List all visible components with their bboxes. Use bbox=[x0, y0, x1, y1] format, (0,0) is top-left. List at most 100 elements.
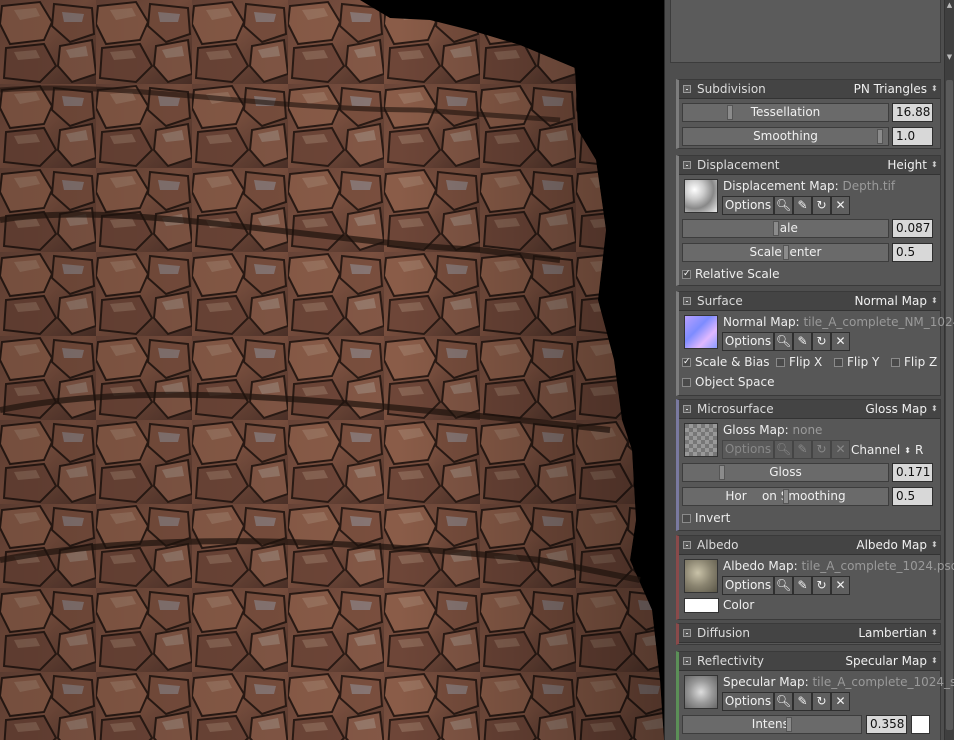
updown-icon[interactable]: ⬍ bbox=[931, 161, 938, 169]
slider-knob[interactable] bbox=[877, 129, 883, 144]
subdivision-mode-select[interactable]: PN Triangles bbox=[854, 82, 927, 96]
reload-icon[interactable]: ↻ bbox=[812, 440, 831, 459]
intensity-slider[interactable]: Intensi bbox=[682, 715, 862, 734]
flip-z-checkbox[interactable]: Flip Z bbox=[891, 355, 937, 369]
scale-bias-checkbox[interactable]: ✓ Scale & Bias bbox=[682, 355, 769, 369]
flip-y-checkbox[interactable]: Flip Y bbox=[834, 355, 879, 369]
section-toggle-icon[interactable] bbox=[683, 161, 691, 169]
slider-knob[interactable] bbox=[786, 717, 792, 732]
clear-icon[interactable]: ✕ bbox=[831, 576, 850, 595]
microsurface-mode-select[interactable]: Gloss Map bbox=[865, 402, 927, 416]
reflectivity-header[interactable]: Reflectivity Specular Map ⬍ bbox=[679, 652, 940, 671]
browse-icon[interactable]: 🔍︎ bbox=[774, 332, 793, 351]
checkbox-checked-icon[interactable]: ✓ bbox=[682, 269, 691, 279]
reload-icon[interactable]: ↻ bbox=[812, 332, 831, 351]
scroll-down-icon[interactable]: ▼ bbox=[945, 52, 954, 62]
checkbox-empty-icon[interactable] bbox=[891, 357, 900, 367]
reflectivity-mode-select[interactable]: Specular Map bbox=[845, 654, 927, 668]
gloss-map-thumbnail[interactable] bbox=[684, 423, 718, 457]
displacement-map-thumbnail[interactable] bbox=[684, 179, 718, 213]
scale-center-slider[interactable]: Scale enter bbox=[682, 243, 889, 262]
section-toggle-icon[interactable] bbox=[683, 85, 691, 93]
specular-color-swatch[interactable] bbox=[911, 715, 930, 734]
slider-knob[interactable] bbox=[773, 221, 779, 236]
options-button[interactable]: Options bbox=[722, 196, 774, 215]
updown-icon[interactable]: ⬍ bbox=[904, 446, 911, 455]
updown-icon[interactable]: ⬍ bbox=[931, 297, 938, 305]
section-toggle-icon[interactable] bbox=[683, 297, 691, 305]
options-button[interactable]: Options bbox=[722, 576, 774, 595]
subdivision-header[interactable]: Subdivision PN Triangles ⬍ bbox=[679, 80, 940, 99]
gloss-value-field[interactable]: 0.171 bbox=[892, 463, 933, 482]
section-toggle-icon[interactable] bbox=[683, 405, 691, 413]
updown-icon[interactable]: ⬍ bbox=[931, 85, 938, 93]
checkbox-checked-icon[interactable]: ✓ bbox=[682, 357, 691, 367]
albedo-map-thumbnail[interactable] bbox=[684, 559, 718, 593]
intensity-value-field[interactable]: 0.358 bbox=[866, 715, 907, 734]
surface-mode-select[interactable]: Normal Map bbox=[854, 294, 927, 308]
channel-value[interactable]: R bbox=[915, 443, 923, 457]
checkbox-empty-icon[interactable] bbox=[834, 357, 843, 367]
reload-icon[interactable]: ↻ bbox=[812, 692, 831, 711]
checkbox-empty-icon[interactable] bbox=[682, 377, 691, 387]
gloss-slider[interactable]: Gloss bbox=[682, 463, 889, 482]
displacement-header[interactable]: Displacement Height ⬍ bbox=[679, 156, 940, 175]
section-toggle-icon[interactable] bbox=[683, 657, 691, 665]
flip-x-checkbox[interactable]: Flip X bbox=[776, 355, 822, 369]
reload-icon[interactable]: ↻ bbox=[812, 576, 831, 595]
scrollbar-thumb[interactable] bbox=[946, 80, 953, 730]
specular-map-thumbnail[interactable] bbox=[684, 675, 718, 709]
displacement-mode-select[interactable]: Height bbox=[887, 158, 927, 172]
scale-value-field[interactable]: 0.087 bbox=[892, 219, 933, 238]
slider-knob[interactable] bbox=[719, 465, 725, 480]
checkbox-empty-icon[interactable] bbox=[776, 357, 785, 367]
relative-scale-checkbox[interactable]: ✓ Relative Scale bbox=[682, 267, 780, 281]
reload-icon[interactable]: ↻ bbox=[812, 196, 831, 215]
options-button[interactable]: Options bbox=[722, 332, 774, 351]
scroll-up-icon[interactable]: ▲ bbox=[945, 0, 954, 10]
clear-icon[interactable]: ✕ bbox=[831, 440, 850, 459]
clear-icon[interactable]: ✕ bbox=[831, 196, 850, 215]
smoothing-value-field[interactable]: 1.0 bbox=[892, 127, 933, 146]
edit-icon[interactable]: ✎ bbox=[793, 196, 812, 215]
slider-knob[interactable] bbox=[727, 105, 733, 120]
diffusion-header[interactable]: Diffusion Lambertian ⬍ bbox=[679, 624, 940, 643]
horizon-smoothing-slider[interactable]: Hor on Smoothing bbox=[682, 487, 889, 506]
updown-icon[interactable]: ⬍ bbox=[931, 657, 938, 665]
checkbox-empty-icon[interactable] bbox=[682, 513, 691, 523]
browse-icon[interactable]: 🔍︎ bbox=[774, 692, 793, 711]
3d-viewport[interactable] bbox=[0, 0, 664, 740]
scale-slider[interactable]: cale bbox=[682, 219, 889, 238]
clear-icon[interactable]: ✕ bbox=[831, 332, 850, 351]
edit-icon[interactable]: ✎ bbox=[793, 692, 812, 711]
tessellation-value-field[interactable]: 16.88 bbox=[892, 103, 933, 122]
channel-select[interactable]: Channel ⬍ R bbox=[851, 443, 923, 457]
browse-icon[interactable]: 🔍︎ bbox=[774, 576, 793, 595]
diffusion-mode-select[interactable]: Lambertian bbox=[858, 626, 927, 640]
browse-icon[interactable]: 🔍︎ bbox=[774, 196, 793, 215]
horizon-smoothing-value-field[interactable]: 0.5 bbox=[892, 487, 933, 506]
updown-icon[interactable]: ⬍ bbox=[931, 541, 938, 549]
tessellation-slider[interactable]: Tessellation bbox=[682, 103, 889, 122]
edit-icon[interactable]: ✎ bbox=[793, 440, 812, 459]
updown-icon[interactable]: ⬍ bbox=[931, 629, 938, 637]
albedo-color-swatch[interactable] bbox=[684, 598, 719, 613]
updown-icon[interactable]: ⬍ bbox=[931, 405, 938, 413]
section-toggle-icon[interactable] bbox=[683, 629, 691, 637]
object-space-checkbox[interactable]: Object Space bbox=[682, 375, 774, 389]
options-button[interactable]: Options bbox=[722, 692, 774, 711]
edit-icon[interactable]: ✎ bbox=[793, 332, 812, 351]
options-button[interactable]: Options bbox=[722, 440, 774, 459]
edit-icon[interactable]: ✎ bbox=[793, 576, 812, 595]
microsurface-header[interactable]: Microsurface Gloss Map ⬍ bbox=[679, 400, 940, 419]
clear-icon[interactable]: ✕ bbox=[831, 692, 850, 711]
scale-center-value-field[interactable]: 0.5 bbox=[892, 243, 933, 262]
section-toggle-icon[interactable] bbox=[683, 541, 691, 549]
albedo-header[interactable]: Albedo Albedo Map ⬍ bbox=[679, 536, 940, 555]
albedo-mode-select[interactable]: Albedo Map bbox=[856, 538, 927, 552]
invert-checkbox[interactable]: Invert bbox=[682, 511, 730, 525]
normal-map-thumbnail[interactable] bbox=[684, 315, 718, 349]
surface-header[interactable]: Surface Normal Map ⬍ bbox=[679, 292, 940, 311]
slider-knob[interactable] bbox=[783, 489, 789, 504]
browse-icon[interactable]: 🔍︎ bbox=[774, 440, 793, 459]
